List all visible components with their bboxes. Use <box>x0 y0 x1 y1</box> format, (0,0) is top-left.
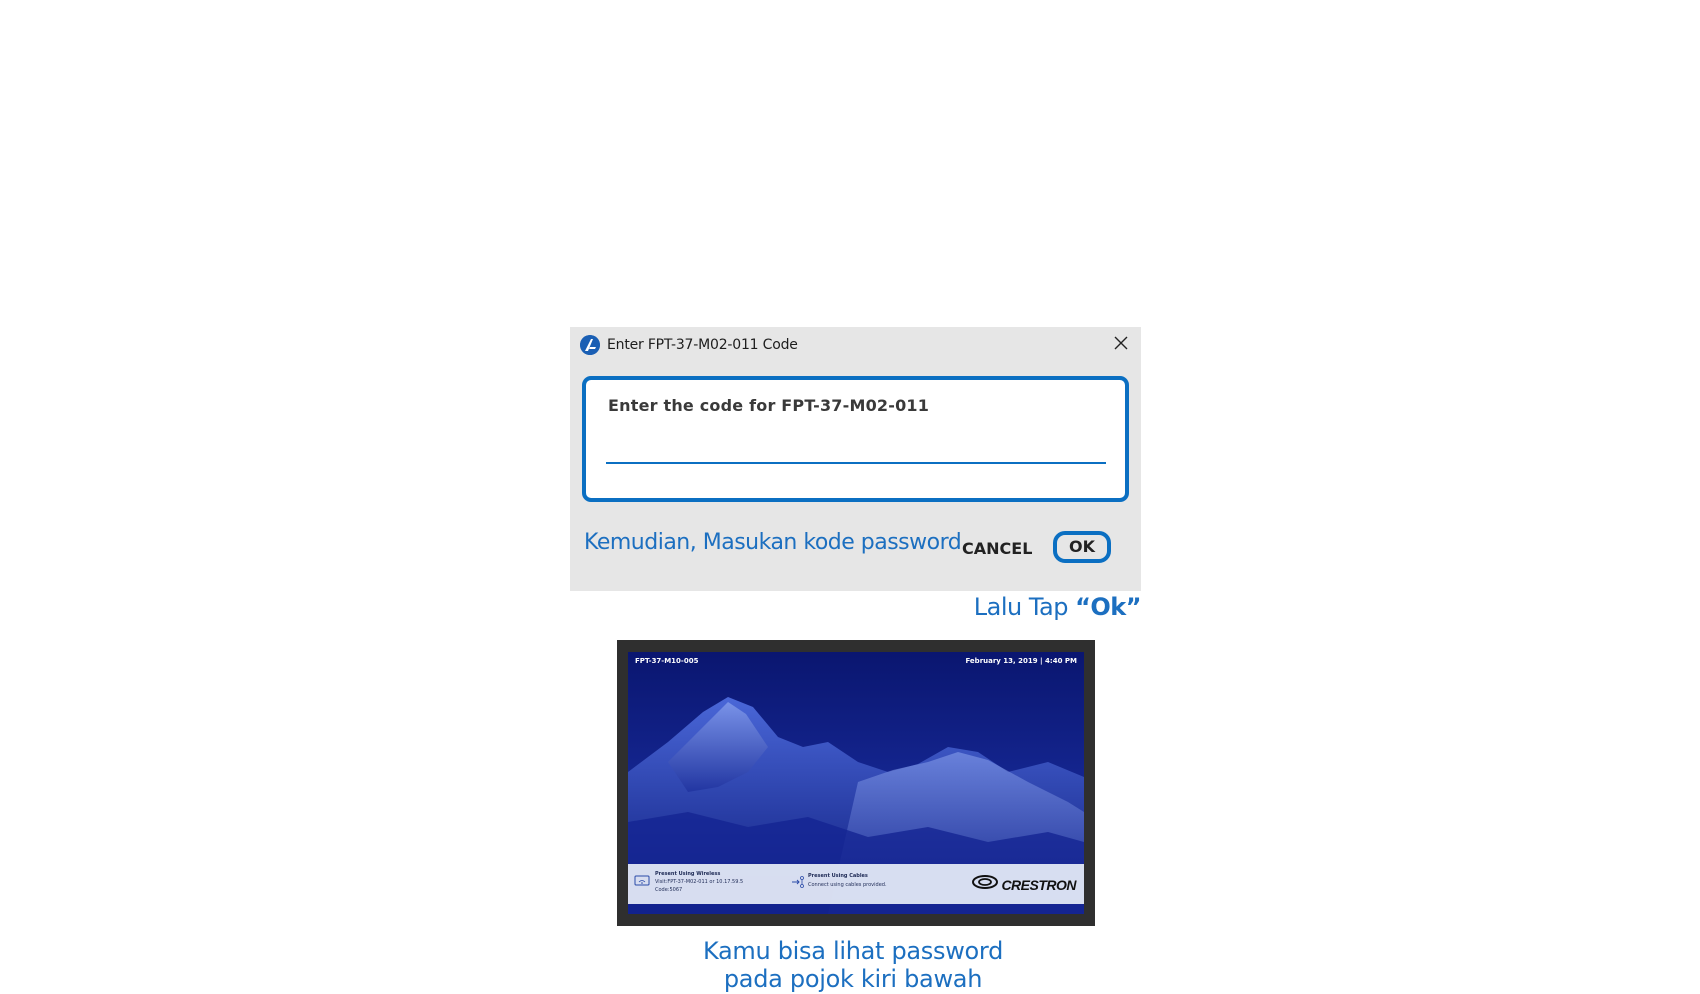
date-time: February 13, 2019 | 4:40 PM <box>965 657 1077 665</box>
code-dialog: Enter FPT-37-M02-011 Code Enter the code… <box>570 327 1141 591</box>
presentation-info-bar: Present Using Wireless Visit:FPT-37-M02-… <box>628 864 1084 904</box>
caption-line-1: Kamu bisa lihat password <box>702 937 1004 965</box>
caption-line-2: pada pojok kiri bawah <box>723 965 983 993</box>
close-button[interactable] <box>1109 333 1133 357</box>
wireless-title: Present Using Wireless <box>655 871 721 877</box>
instruction-text: Kemudian, Masukan kode password <box>584 530 962 555</box>
wireless-code: Code:5067 <box>655 887 683 893</box>
app-logo-icon <box>580 335 600 355</box>
code-input[interactable] <box>606 432 1106 464</box>
ok-button[interactable]: OK <box>1053 531 1111 563</box>
close-icon <box>1114 336 1128 355</box>
cable-present-icon <box>791 875 805 894</box>
wireless-present-icon <box>634 874 650 892</box>
code-entry-panel: Enter the code for FPT-37-M02-011 <box>582 376 1129 502</box>
code-label: Enter the code for FPT-37-M02-011 <box>608 396 930 415</box>
dialog-titlebar: Enter FPT-37-M02-011 Code <box>570 327 1141 363</box>
tap-hint: Lalu Tap “Ok” <box>973 593 1142 621</box>
room-name: FPT-37-M10-005 <box>635 657 699 665</box>
cancel-button[interactable]: CANCEL <box>956 533 1038 565</box>
tap-hint-prefix: Lalu Tap <box>973 593 1076 621</box>
cables-title: Present Using Cables <box>808 873 868 879</box>
crestron-logo-icon <box>972 875 999 894</box>
room-display-photo: FPT-37-M10-005 February 13, 2019 | 4:40 … <box>617 640 1095 926</box>
cables-detail: Connect using cables provided. <box>808 882 887 888</box>
crestron-logo: CRESTRON <box>972 875 1076 894</box>
wireless-visit: Visit:FPT-37-M02-011 or 10.17.59.5 <box>655 879 744 885</box>
brand-name: CRESTRON <box>1001 876 1076 893</box>
wireless-info: Present Using Wireless Visit:FPT-37-M02-… <box>655 870 743 894</box>
dialog-title: Enter FPT-37-M02-011 Code <box>607 337 798 353</box>
cables-info: Present Using Cables Connect using cable… <box>808 872 887 890</box>
tap-hint-emphasis: “Ok” <box>1075 593 1141 621</box>
display-screen: FPT-37-M10-005 February 13, 2019 | 4:40 … <box>628 652 1084 914</box>
